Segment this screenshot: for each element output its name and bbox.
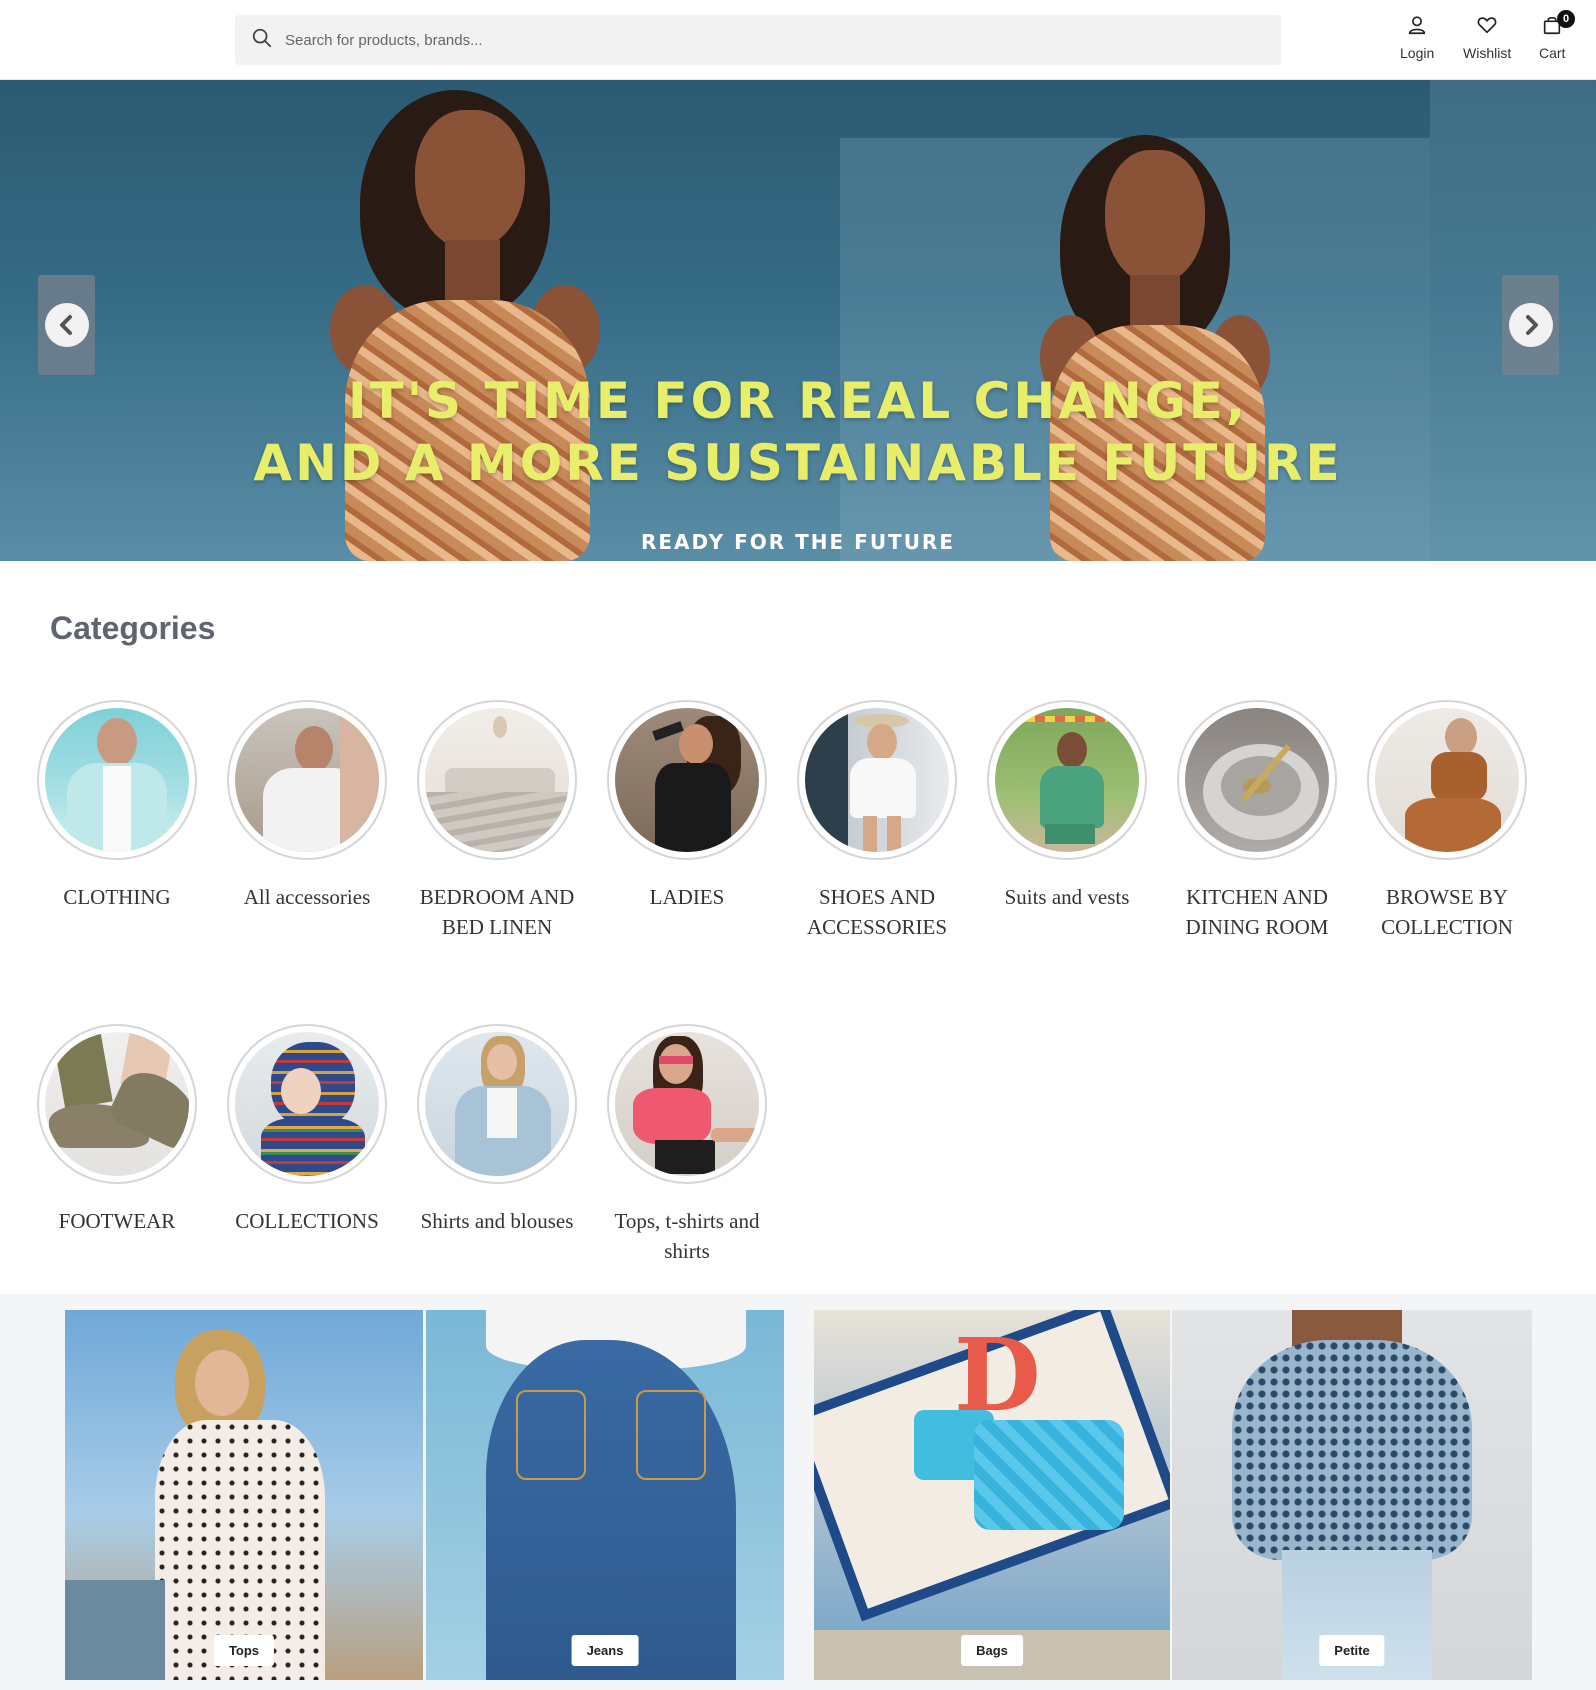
category-image-ring [37,700,197,860]
promo-tile-bags[interactable]: D Bags [814,1310,1170,1680]
category-label: Shirts and blouses [420,1209,574,1233]
cart-count-badge: 0 [1557,10,1575,28]
category-label: KITCHEN AND DINING ROOM [1185,885,1329,939]
promo-label: Petite [1319,1635,1385,1666]
category-label: Suits and vests [1004,885,1130,909]
hero-banner[interactable]: IT'S TIME FOR REAL CHANGE, AND A MORE SU… [0,80,1596,561]
category-image [235,1032,379,1176]
category-image-ring [227,700,387,860]
site-header: Login Wishlist 0 Cart [0,0,1596,80]
category-image-ring [227,1024,387,1184]
search-bar[interactable] [235,15,1281,65]
category-shirts-blouses[interactable]: Shirts and blouses [402,1024,592,1236]
category-image [615,1032,759,1176]
promo-tile-petite[interactable]: Petite [1172,1310,1532,1680]
chevron-right-icon [1508,303,1553,347]
carousel-prev-button[interactable] [38,275,95,375]
category-label: Tops, t-shirts and shirts [614,1209,760,1263]
category-image [1185,708,1329,852]
hero-headline: IT'S TIME FOR REAL CHANGE, AND A MORE SU… [0,370,1596,494]
category-image [1375,708,1519,852]
category-browse-collection[interactable]: BROWSE BY COLLECTION [1352,700,1542,942]
category-image-ring [1367,700,1527,860]
category-label: LADIES [649,885,725,909]
chevron-left-icon [44,303,89,347]
category-image [235,708,379,852]
promo-label: Jeans [571,1635,639,1666]
login-button[interactable]: Login [1400,14,1434,61]
wishlist-label: Wishlist [1463,45,1512,61]
cart-label: Cart [1539,45,1566,61]
category-image [45,708,189,852]
user-icon [1406,14,1428,41]
hero-subtitle: READY FOR THE FUTURE [640,530,955,554]
category-image-ring [417,700,577,860]
category-tops-tshirts-shirts[interactable]: Tops, t-shirts and shirts [592,1024,782,1266]
category-image [615,708,759,852]
category-image-ring [37,1024,197,1184]
promo-tile-tops[interactable]: Tops [65,1310,423,1680]
hero-headline-line1: IT'S TIME FOR REAL CHANGE, [348,372,1248,430]
hero-headline-line2: AND A MORE SUSTAINABLE FUTURE [253,434,1343,492]
category-all-accessories[interactable]: All accessories [212,700,402,912]
category-kitchen-dining[interactable]: KITCHEN AND DINING ROOM [1162,700,1352,942]
category-image-ring [607,1024,767,1184]
category-ladies[interactable]: LADIES [592,700,782,912]
cart-button[interactable]: 0 Cart [1539,10,1575,61]
category-label: BEDROOM AND BED LINEN [419,885,575,939]
promo-label: Bags [961,1635,1023,1666]
category-label: CLOTHING [63,885,171,909]
category-image-ring [417,1024,577,1184]
category-image-ring [797,700,957,860]
category-image [995,708,1139,852]
search-input[interactable] [285,31,1185,49]
category-label: All accessories [243,885,371,909]
category-image [425,1032,569,1176]
category-footwear[interactable]: FOOTWEAR [22,1024,212,1236]
category-shoes-accessories[interactable]: SHOES AND ACCESSORIES [782,700,972,942]
category-image-ring [1177,700,1337,860]
category-bedroom-linen[interactable]: BEDROOM AND BED LINEN [402,700,592,942]
category-label: COLLECTIONS [235,1209,379,1233]
category-image-ring [607,700,767,860]
category-label: FOOTWEAR [58,1209,176,1233]
carousel-next-button[interactable] [1502,275,1559,375]
category-label: SHOES AND ACCESSORIES [806,885,948,939]
wishlist-button[interactable]: Wishlist [1463,14,1511,61]
category-image [425,708,569,852]
category-suits-vests[interactable]: Suits and vests [972,700,1162,912]
category-label: BROWSE BY COLLECTION [1381,885,1513,939]
promo-label: Tops [213,1635,275,1666]
category-collections[interactable]: COLLECTIONS [212,1024,402,1236]
search-icon[interactable] [251,27,273,54]
login-label: Login [1400,45,1435,61]
category-image [805,708,949,852]
heart-icon [1476,14,1498,41]
category-clothing[interactable]: CLOTHING [22,700,212,912]
category-image-ring [987,700,1147,860]
promo-tile-jeans[interactable]: Jeans [426,1310,784,1680]
category-image [45,1032,189,1176]
categories-heading: Categories [50,610,216,646]
